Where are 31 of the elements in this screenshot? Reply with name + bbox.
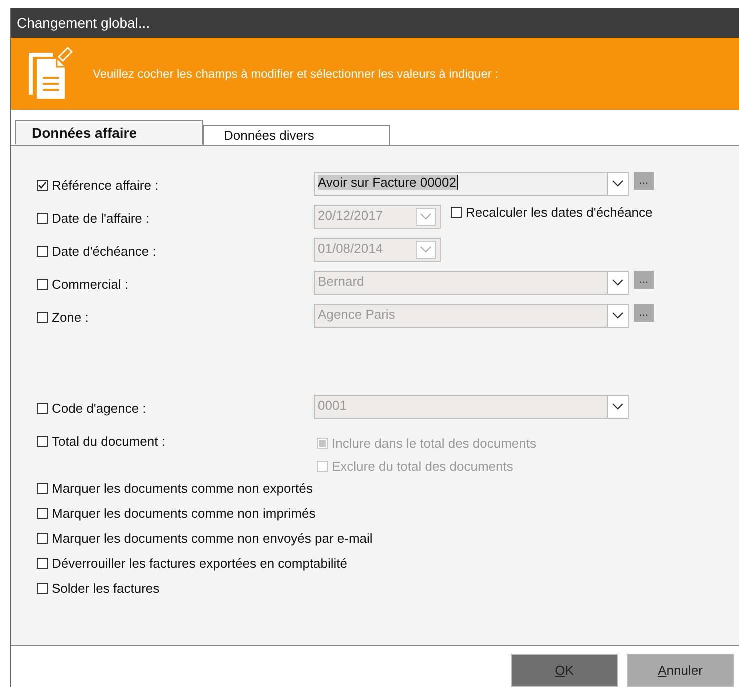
checkbox[interactable] <box>37 533 48 544</box>
banner-text: Veuillez cocher les champs à modifier et sélectionner les valeurs à indiquer : <box>93 67 499 81</box>
window-title: Changement global... <box>11 8 739 38</box>
field-label: Total du document : <box>52 434 166 449</box>
checkbox[interactable] <box>37 180 48 191</box>
field-label: Commercial : <box>52 277 129 292</box>
field-label: Zone : <box>52 310 89 325</box>
field-label: Date d'échéance : <box>52 244 156 259</box>
field-label: Code d'agence : <box>52 401 146 416</box>
browse-button[interactable]: ... <box>634 172 654 190</box>
dialog-button[interactable]: Annuler <box>627 654 734 687</box>
option-label: Recalculer les dates d'échéance <box>466 205 653 220</box>
option-label: Solder les factures <box>52 581 160 596</box>
option-label: Marquer les documents comme non envoyés par e-mail <box>52 531 373 546</box>
document-edit-icon <box>27 47 73 101</box>
option-label: Déverrouiller les factures exportées en comptabilité <box>52 556 348 571</box>
option-label: Marquer les documents comme non imprimés <box>52 506 316 521</box>
option-label: Exclure du total des documents <box>332 459 514 474</box>
dialog-button[interactable]: OK <box>511 654 618 687</box>
checkbox[interactable] <box>37 508 48 519</box>
field-label: Référence affaire : <box>52 178 159 193</box>
tab[interactable]: Données divers <box>203 125 390 145</box>
checkbox[interactable] <box>37 436 48 447</box>
dropdown-field[interactable]: Avoir sur Facture 00002 <box>314 172 629 196</box>
option-label: Inclure dans le total des documents <box>332 436 537 451</box>
checkbox[interactable] <box>37 583 48 594</box>
field-label: Date de l'affaire : <box>52 211 150 226</box>
option-label: Marquer les documents comme non exportés <box>52 481 313 496</box>
checkbox[interactable] <box>37 558 48 569</box>
tab[interactable]: Données affaire <box>15 120 203 145</box>
checkbox[interactable] <box>37 483 48 494</box>
